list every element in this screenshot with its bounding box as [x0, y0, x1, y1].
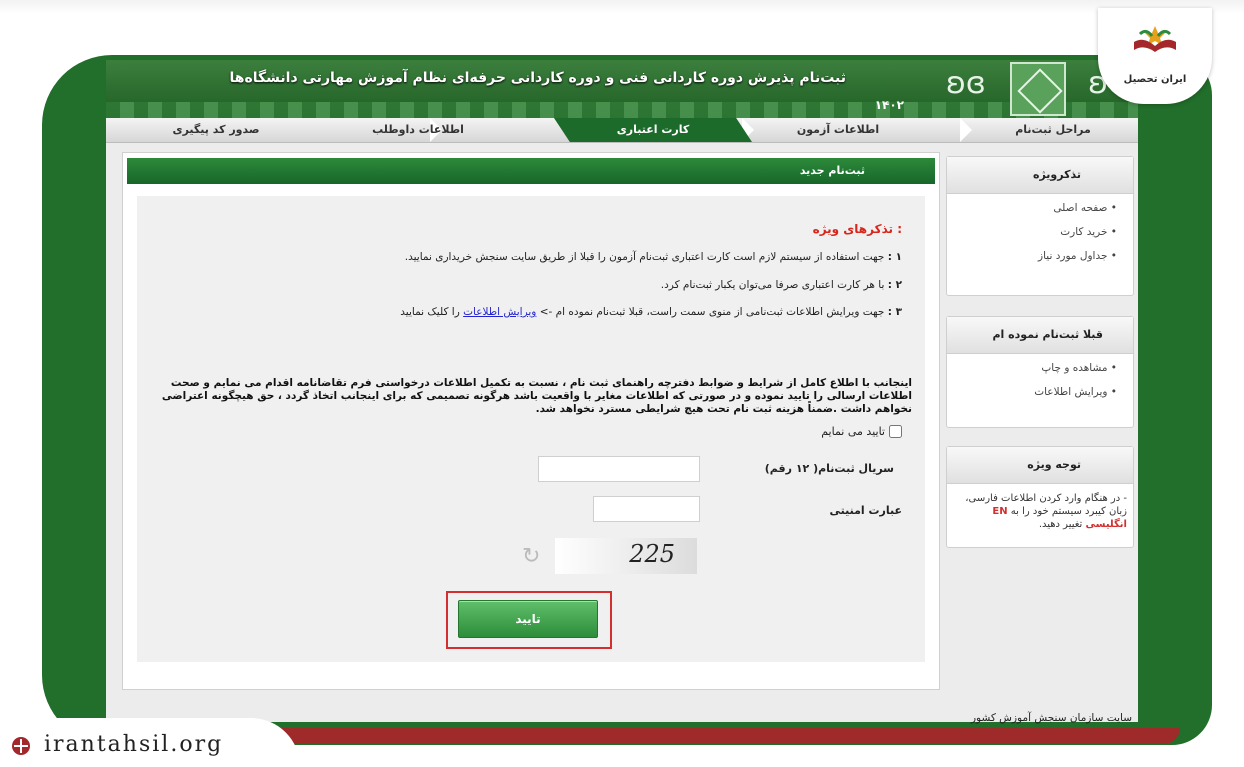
- step-credit-card[interactable]: کارت اعتباری: [554, 118, 752, 142]
- sidebar-box-title: قبلا ثبت‌نام نموده ام: [947, 317, 1133, 354]
- banner-year: ۱۴۰۲: [874, 98, 904, 112]
- consent-text: اینجانب با اطلاع کامل از شرایط و ضوابط د…: [161, 377, 912, 415]
- note-text: جهت ویرایش اطلاعات ثبت‌نامی از منوی سمت …: [539, 306, 885, 318]
- note-number: ۱ :: [887, 251, 902, 263]
- note-3: ۳ : جهت ویرایش اطلاعات ثبت‌نامی از منوی …: [400, 306, 902, 318]
- sidebar-item-tables[interactable]: جداول مورد نیاز: [947, 250, 1117, 262]
- sidebar-box-title: تذکرویژه: [947, 157, 1133, 194]
- security-code-input[interactable]: [593, 496, 700, 522]
- note-number: ۳ :: [887, 306, 902, 318]
- serial-label: سریال ثبت‌نام( ۱۲ رقم): [764, 462, 894, 475]
- irantahsil-logo: ایران تحصیل: [1098, 8, 1212, 104]
- step-chevron-icon: [960, 118, 972, 142]
- captcha-image: 225: [555, 538, 697, 574]
- attention-body: - در هنگام وارد کردن اطلاعات فارسی، زبان…: [965, 493, 1127, 517]
- header-banner: ʚɞ ʚɞ ثبت‌نام پذیرش دوره کاردانی فنی و د…: [106, 60, 1138, 118]
- sidebar-item-buy-card[interactable]: خرید کارت: [947, 226, 1117, 238]
- university-emblem-icon: [1010, 62, 1066, 116]
- confirm-row[interactable]: تایید می نمایم: [821, 425, 902, 438]
- confirm-label: تایید می نمایم: [821, 425, 885, 438]
- card-header-title: ثبت‌نام جدید: [799, 164, 865, 177]
- step-tracking-code[interactable]: صدور کد پیگیری: [126, 118, 306, 142]
- ornament-icon: ʚɞ: [946, 66, 986, 101]
- top-strip: [0, 0, 1244, 14]
- note-number: ۲ :: [887, 279, 902, 291]
- captcha-text: 225: [629, 540, 675, 568]
- card-header: ثبت‌نام جدید: [127, 158, 935, 184]
- confirm-checkbox[interactable]: [889, 425, 902, 438]
- refresh-captcha-icon[interactable]: ↻: [522, 544, 540, 569]
- sidebar-box-title: توجه ویژه: [947, 447, 1133, 484]
- sidebar-item-edit-info[interactable]: ویرایش اطلاعات: [947, 386, 1117, 398]
- footer-link[interactable]: سایت سازمان سنجش آموزش کشور: [971, 712, 1132, 724]
- logo-text: ایران تحصیل: [1123, 74, 1187, 85]
- notice-title: تذکرهای ویژه :: [812, 222, 902, 236]
- note-text: با هر کارت اعتباری صرفا می‌توان یکبار ثب…: [660, 279, 885, 291]
- note-text: جهت استفاده از سیستم لازم است کارت اعتبا…: [404, 251, 885, 263]
- steps-bar: مراحل ثبت‌نام اطلاعات آزمون کارت اعتباری…: [106, 118, 1138, 143]
- sidebar-item-home[interactable]: صفحه اصلی: [947, 202, 1117, 214]
- book-logo-icon: [1134, 26, 1176, 52]
- sidebar-box-notes: تذکرویژه صفحه اصلی خرید کارت جداول مورد …: [946, 156, 1134, 296]
- step-registration[interactable]: مراحل ثبت‌نام: [968, 118, 1138, 142]
- globe-icon: [12, 737, 30, 755]
- note-2: ۲ : با هر کارت اعتباری صرفا می‌توان یکبا…: [661, 279, 902, 291]
- watermark-text: irantahsil.org: [44, 732, 224, 757]
- banner-title: ثبت‌نام پذیرش دوره کاردانی فنی و دوره کا…: [229, 70, 846, 86]
- step-exam-info[interactable]: اطلاعات آزمون: [748, 118, 928, 142]
- edit-info-link[interactable]: ویرایش اطلاعات: [463, 306, 536, 318]
- attention-text: - در هنگام وارد کردن اطلاعات فارسی، زبان…: [953, 492, 1127, 531]
- step-applicant-info[interactable]: اطلاعات داوطلب: [328, 118, 508, 142]
- attention-after: تغییر دهید.: [1038, 519, 1083, 530]
- note-1: ۱ : جهت استفاده از سیستم لازم است کارت ا…: [405, 251, 902, 263]
- banner-pattern: [106, 102, 1138, 118]
- security-label: عبارت امنیتی: [829, 504, 902, 517]
- serial-input[interactable]: [538, 456, 700, 482]
- site-watermark: irantahsil.org: [0, 718, 300, 767]
- sidebar-menu: مشاهده و چاپ ویرایش اطلاعات: [947, 362, 1133, 398]
- sidebar-box-registered: قبلا ثبت‌نام نموده ام مشاهده و چاپ ویرای…: [946, 316, 1134, 428]
- submit-button[interactable]: تایید: [458, 600, 598, 638]
- sidebar-menu: صفحه اصلی خرید کارت جداول مورد نیاز: [947, 202, 1133, 262]
- sidebar-item-view-print[interactable]: مشاهده و چاپ: [947, 362, 1117, 374]
- sidebar-box-attention: توجه ویژه - در هنگام وارد کردن اطلاعات ف…: [946, 446, 1134, 548]
- note-suffix: را کلیک نمایید: [400, 306, 460, 318]
